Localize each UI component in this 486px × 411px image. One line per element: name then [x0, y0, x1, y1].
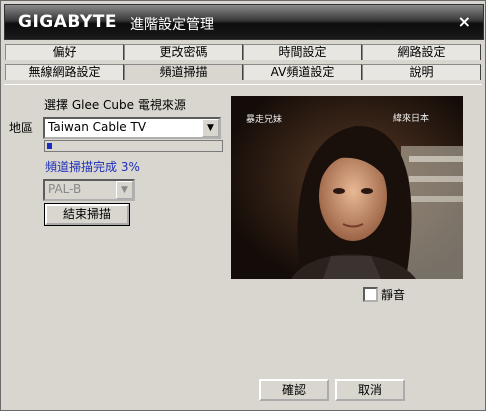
tab-help[interactable]: 說明 — [362, 64, 481, 80]
chevron-down-icon[interactable]: ▼ — [202, 119, 219, 137]
source-prompt: 選擇 Glee Cube 電視來源 — [44, 98, 186, 112]
window-title: 進階設定管理 — [130, 17, 214, 33]
brand-logo: GIGABYTE — [18, 12, 117, 32]
title-bar: GIGABYTE 進階設定管理 × — [4, 4, 484, 40]
tab-preferences[interactable]: 偏好 — [5, 44, 124, 60]
advanced-settings-window: GIGABYTE 進階設定管理 × 偏好 更改密碼 時間設定 網路設定 無線網路… — [0, 0, 486, 411]
mute-label: 靜音 — [381, 288, 406, 302]
scan-progress-fill — [47, 143, 52, 149]
tab-change-password[interactable]: 更改密碼 — [124, 44, 243, 60]
video-format-select[interactable]: PAL-B ▼ — [43, 179, 135, 201]
preview-program-title: 暴走兄妹 — [246, 115, 283, 125]
preview-channel-logo: 緯來日本 — [393, 114, 430, 124]
close-icon[interactable]: × — [458, 12, 471, 31]
ok-button[interactable]: 確認 — [259, 379, 329, 401]
video-format-value: PAL-B — [48, 182, 82, 196]
tab-row-1: 偏好 更改密碼 時間設定 網路設定 — [5, 44, 481, 61]
cancel-button[interactable]: 取消 — [335, 379, 405, 401]
mute-checkbox[interactable] — [363, 287, 378, 302]
tab-wireless-settings[interactable]: 無線網路設定 — [5, 64, 124, 80]
tab-time-settings[interactable]: 時間設定 — [243, 44, 362, 60]
tab-network-settings[interactable]: 網路設定 — [362, 44, 481, 60]
scan-progress-bar — [44, 140, 223, 152]
region-select[interactable]: Taiwan Cable TV ▼ — [43, 117, 221, 139]
region-select-value: Taiwan Cable TV — [48, 120, 147, 134]
tab-av-channel-settings[interactable]: AV頻道設定 — [243, 64, 362, 80]
scan-status-text: 頻道掃描完成 3% — [45, 160, 140, 174]
region-label: 地區 — [9, 121, 34, 135]
chevron-down-icon[interactable]: ▼ — [116, 181, 133, 199]
tab-row-2: 無線網路設定 頻道掃描 AV頻道設定 說明 — [5, 64, 481, 81]
tab-channel-scan[interactable]: 頻道掃描 — [124, 64, 243, 80]
tv-preview: 暴走兄妹 緯來日本 — [231, 96, 463, 279]
stop-scan-button[interactable]: 結束掃描 — [44, 203, 130, 226]
